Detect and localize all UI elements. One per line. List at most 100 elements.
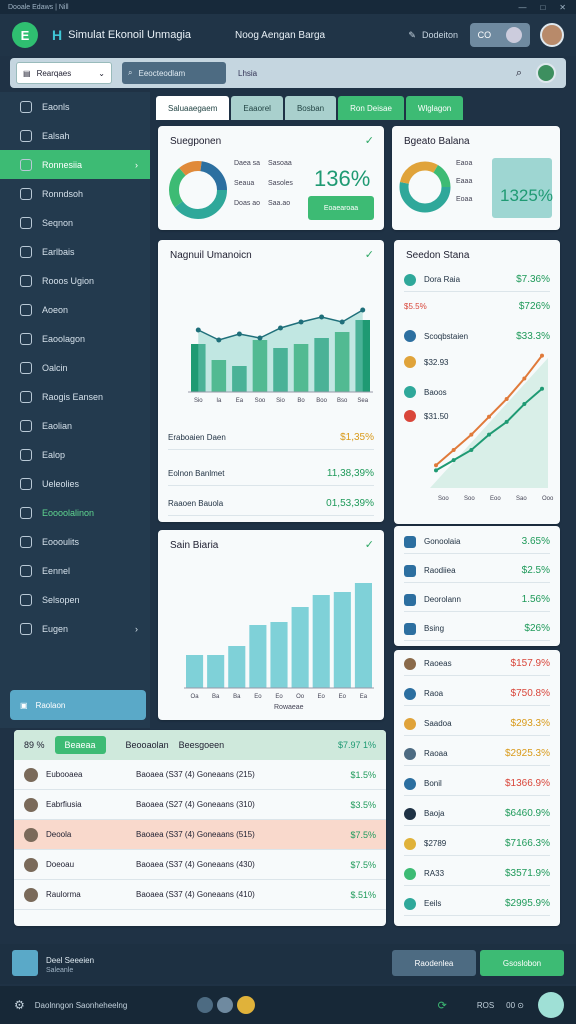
sidebar-item[interactable]: Oalcin	[0, 353, 150, 382]
tab-second[interactable]: Eaaorel	[231, 96, 283, 120]
tab-third[interactable]: Bosban	[284, 96, 337, 120]
check-icon[interactable]: ✓	[365, 134, 374, 147]
sidebar-item[interactable]: Rooos Ugion	[0, 266, 150, 295]
toolbar: ▤ Rearqaes ⌄ ⌕ Eeocteodlam Lhsia ⌕	[10, 58, 566, 88]
sidebar-item-label: Eaonls	[42, 101, 70, 112]
detail-button[interactable]: Eoaearoaa	[308, 196, 374, 220]
sidebar-item-label: Eennel	[42, 565, 71, 576]
table-row[interactable]: Deoola Baoaea (S37 (4) Goneaans (515) $7.5…	[14, 820, 386, 850]
check-icon[interactable]: ✓	[365, 538, 374, 551]
search-icon[interactable]: ⌕	[516, 67, 522, 80]
tab-fourth[interactable]: Ron Deisae	[338, 96, 404, 120]
legend-value: Sasoaa	[268, 160, 292, 167]
table-row[interactable]: Eubooaea Baoaea (S37 (4) Goneaans (215) $1…	[14, 760, 386, 790]
sidebar-item-label: Eaoolagon	[42, 333, 86, 344]
nav-icon	[20, 303, 32, 316]
filter-button[interactable]: Beaeaa	[54, 736, 106, 754]
data-table: 89 % Beaeaa Beooaolan Beesgoeen $7.97 1%…	[14, 730, 386, 926]
bar-line-chart: Sio Ia Ea Soo Sio Bo Boo Bso Sea	[188, 307, 373, 404]
x-tick-label: Eo	[318, 694, 326, 700]
sidebar-item-label: Ronnesiia	[42, 159, 83, 170]
sidebar-item[interactable]: Ueleolies	[0, 469, 150, 498]
x-tick-label: Ba	[233, 694, 241, 700]
trend-point	[216, 337, 222, 343]
sidebar-item[interactable]: Eaonls	[0, 92, 150, 121]
stats-panel: Seedon Stana Dora Raia $7.36% $5.5% $726% …	[394, 240, 560, 524]
header-link[interactable]: ✎ Dodeiton	[408, 30, 458, 41]
legend-label: Rowaeae	[274, 704, 304, 711]
footer-bar: Deel Seeeien Saleanle Raodenlea Gsoslobo…	[0, 944, 576, 984]
nav-icon	[20, 158, 32, 171]
legend-label: Seaua	[234, 180, 255, 187]
sidebar-action-button[interactable]: ▣ Raolaon	[10, 690, 146, 720]
footer-button-secondary[interactable]: Raodenlea	[392, 950, 476, 976]
status-dot[interactable]	[237, 996, 256, 1014]
row-avatar	[24, 857, 38, 872]
status-dot[interactable]	[197, 997, 214, 1013]
bar	[186, 655, 204, 688]
x-tick-label: Eoo	[490, 496, 501, 502]
sidebar-item-label: Selsopen	[42, 594, 80, 605]
profile-avatar[interactable]	[536, 63, 556, 83]
bar	[333, 592, 351, 688]
app-logo[interactable]: E	[12, 22, 38, 48]
minimize-button[interactable]: —	[518, 3, 526, 12]
sidebar-item[interactable]: Earlbais	[0, 237, 150, 266]
sidebar-item[interactable]: Eoooolalinon	[0, 498, 150, 527]
sidebar-item[interactable]: Eoooulits	[0, 527, 150, 556]
sidebar-item[interactable]: Seqnon	[0, 208, 150, 237]
sidebar-item[interactable]: Eugen ›	[0, 614, 150, 643]
square-icon: ▣	[20, 700, 28, 710]
sidebar-item[interactable]: Aoeon	[0, 295, 150, 324]
x-tick-label: Soo	[255, 398, 266, 404]
sidebar-item[interactable]: Ealsah	[0, 121, 150, 150]
area-fill	[198, 310, 363, 392]
legend-label: Daea sa	[234, 160, 261, 167]
sidebar-item[interactable]: Ronnesiia ›	[0, 150, 150, 179]
currency-panel: Raoeas $157.9% Raoa $750.8% Saadoa $293.3% Rao…	[394, 650, 560, 926]
metric-row: Gonoolaia 3.65%	[404, 530, 550, 554]
table-row[interactable]: Eabrfiusia Baoaea (S27 (4) Goneaans (310)…	[14, 790, 386, 820]
metric-icon	[404, 593, 416, 606]
status-dot[interactable]	[217, 997, 234, 1013]
sidebar-item-label: Ronndsoh	[42, 188, 84, 199]
gear-icon[interactable]: ⚙	[14, 998, 25, 1012]
sidebar-item[interactable]: Ealop	[0, 440, 150, 469]
assistant-button[interactable]	[538, 992, 564, 1018]
table-header: 89 % Beaeaa Beooaolan Beesgoeen $7.97 1%	[14, 730, 386, 760]
sidebar-item[interactable]: Selsopen	[0, 585, 150, 614]
tab-overview[interactable]: Saluaaegaem	[156, 96, 230, 120]
series-point	[469, 447, 474, 452]
currency-row: Eeils $2995.9%	[404, 892, 550, 916]
user-avatar[interactable]	[540, 23, 564, 47]
nav-icon	[20, 535, 32, 548]
search-input[interactable]: ⌕ Eeocteodlam	[122, 62, 226, 84]
bar-panel: Sain Biaria ✓ Oa Ba Ba Eo Eo Oo Eo Eo Ea Rowaeae	[158, 530, 384, 720]
sidebar-item[interactable]: Eennel	[0, 556, 150, 585]
refresh-icon[interactable]: ⟳	[438, 999, 447, 1012]
tab-fifth[interactable]: Wlglagon	[405, 96, 464, 120]
sidebar: Eaonls Ealsah Ronnesiia › Ronndsoh Seqnon Earl…	[0, 92, 150, 728]
view-select[interactable]: ▤ Rearqaes ⌄	[16, 62, 112, 84]
currency-icon	[404, 897, 416, 910]
table-row[interactable]: Raulorma Baoaea (S37 (4) Goneaans (410) $.…	[14, 880, 386, 910]
sidebar-item[interactable]: Eaoolagon	[0, 324, 150, 353]
close-button[interactable]: ✕	[559, 3, 566, 12]
window-controls: — □ ✕	[518, 3, 576, 12]
x-tick-label: Sao	[516, 496, 527, 502]
trend-point	[236, 331, 242, 337]
sidebar-item[interactable]: Ronndsoh	[0, 179, 150, 208]
nav-icon	[20, 187, 32, 200]
metric-icon	[404, 564, 416, 577]
header-toggle-button[interactable]: CO	[470, 23, 530, 47]
status-text: Daolnngon Saonheheelng	[34, 1000, 128, 1010]
trend-point	[298, 319, 304, 325]
metric-row: Raodiiea $2.5%	[404, 559, 550, 583]
footer-button-primary[interactable]: Gsoslobon	[480, 950, 564, 976]
table-row[interactable]: Doeoau Baoaea (S37 (4) Goneaans (430) $7.5…	[14, 850, 386, 880]
sidebar-item[interactable]: Raogis Eansen	[0, 382, 150, 411]
series-point	[540, 353, 544, 358]
sidebar-item[interactable]: Eaolian	[0, 411, 150, 440]
check-icon[interactable]: ✓	[365, 248, 374, 261]
maximize-button[interactable]: □	[540, 3, 545, 12]
